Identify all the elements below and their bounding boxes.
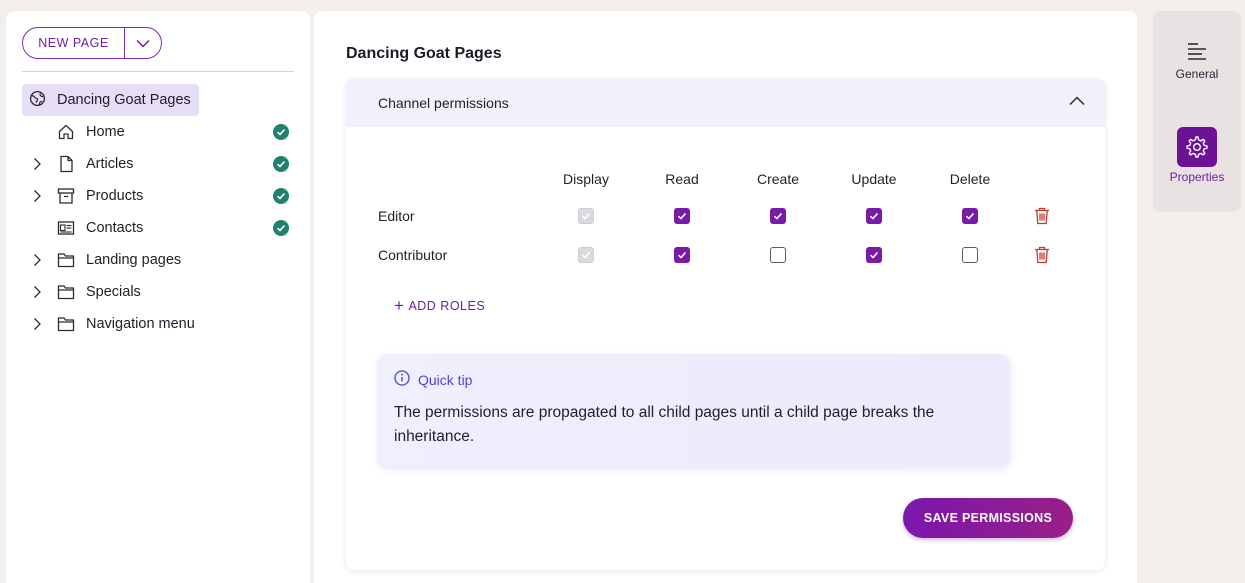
quick-tip-title: Quick tip (394, 370, 472, 389)
published-check-icon (273, 156, 289, 172)
rail-properties-tab[interactable]: Properties (1153, 127, 1241, 184)
tree-item-specials[interactable]: Specials (22, 276, 302, 308)
home-icon (57, 123, 75, 141)
tree-item-products[interactable]: Products (22, 180, 302, 212)
channel-permissions-header[interactable]: Channel permissions (346, 79, 1105, 127)
delete-checkbox[interactable] (962, 247, 978, 263)
content-tree-panel: NEW PAGE Dancing Goat Pages Home Articles… (6, 11, 310, 583)
new-page-options-button[interactable] (125, 28, 161, 58)
published-check-icon (273, 188, 289, 204)
page-title: Dancing Goat Pages (346, 45, 502, 62)
published-check-icon (273, 124, 289, 140)
add-roles-label: ADD ROLES (408, 298, 486, 313)
new-page-split-button: NEW PAGE (22, 27, 162, 59)
new-page-button[interactable]: NEW PAGE (23, 28, 125, 58)
update-checkbox[interactable] (866, 247, 882, 263)
tree-items: Home Articles Products Contacts Landing page… (22, 116, 302, 340)
delete-role-icon[interactable] (1034, 246, 1050, 264)
published-check-icon (273, 220, 289, 236)
table-row: Editor (346, 203, 1105, 233)
tree-item-navigation-menu[interactable]: Navigation menu (22, 308, 302, 340)
quick-tip-text: The permissions are propagated to all ch… (394, 404, 935, 445)
column-header-display: Display (563, 171, 609, 187)
properties-icon-box (1177, 127, 1217, 167)
rail-properties-label: Properties (1169, 170, 1225, 184)
tree-item-articles[interactable]: Articles (22, 148, 302, 180)
chevron-right-icon[interactable] (30, 189, 44, 203)
display-checkbox (578, 208, 594, 224)
folder-icon (57, 315, 75, 333)
tree-item-landing-pages[interactable]: Landing pages (22, 244, 302, 276)
archive-icon (57, 187, 75, 205)
chevron-down-icon (136, 39, 150, 48)
tree-item-label: Landing pages (86, 252, 182, 268)
divider (22, 71, 294, 72)
tree-root-label: Dancing Goat Pages (57, 92, 191, 108)
tree-item-label: Products (86, 188, 144, 204)
plus-icon: + (394, 296, 405, 315)
main-panel: Dancing Goat Pages Channel permissions D… (314, 11, 1137, 583)
column-header-update: Update (851, 171, 897, 187)
quick-tip-label: Quick tip (418, 371, 473, 388)
delete-role-icon[interactable] (1034, 207, 1050, 225)
general-icon (1188, 43, 1206, 60)
column-header-create: Create (756, 171, 800, 187)
role-name: Editor (378, 208, 415, 224)
chevron-up-icon[interactable] (1069, 96, 1085, 106)
chevron-right-icon[interactable] (30, 317, 44, 331)
folder-icon (57, 283, 75, 301)
globe-icon (29, 90, 46, 111)
permissions-card: Channel permissions Display Read Create Upd… (346, 79, 1105, 570)
display-checkbox (578, 247, 594, 263)
content-tree: Dancing Goat Pages Home Articles Products C… (22, 84, 302, 340)
update-checkbox[interactable] (866, 208, 882, 224)
quick-tip-box: Quick tip The permissions are propagated… (378, 354, 1010, 466)
read-checkbox[interactable] (674, 208, 690, 224)
tree-root-item[interactable]: Dancing Goat Pages (22, 84, 199, 116)
contact-card-icon (57, 219, 75, 237)
read-checkbox[interactable] (674, 247, 690, 263)
tree-item-contacts[interactable]: Contacts (22, 212, 302, 244)
column-header-delete: Delete (949, 171, 991, 187)
create-checkbox[interactable] (770, 247, 786, 263)
chevron-right-icon[interactable] (30, 157, 44, 171)
right-rail: General Properties (1153, 11, 1241, 212)
add-roles-button[interactable]: + ADD ROLES (394, 297, 485, 314)
save-permissions-button[interactable]: SAVE PERMISSIONS (903, 498, 1073, 538)
delete-checkbox[interactable] (962, 208, 978, 224)
tree-item-label: Contacts (86, 220, 144, 236)
create-checkbox[interactable] (770, 208, 786, 224)
tree-item-label: Navigation menu (86, 316, 195, 332)
folder-icon (57, 251, 75, 269)
tree-item-label: Specials (86, 284, 141, 300)
table-row: Contributor (346, 242, 1105, 272)
file-icon (57, 155, 75, 173)
chevron-right-icon[interactable] (30, 285, 44, 299)
rail-general-label: General (1175, 67, 1219, 81)
tree-item-label: Home (86, 124, 125, 140)
tree-item-home[interactable]: Home (22, 116, 302, 148)
rail-general-tab[interactable]: General (1153, 41, 1241, 81)
gear-icon (1186, 136, 1208, 158)
role-name: Contributor (378, 247, 448, 263)
section-title: Channel permissions (378, 95, 509, 111)
info-icon (394, 370, 410, 389)
column-header-read: Read (665, 171, 699, 187)
tree-item-label: Articles (86, 156, 134, 172)
chevron-right-icon[interactable] (30, 253, 44, 267)
